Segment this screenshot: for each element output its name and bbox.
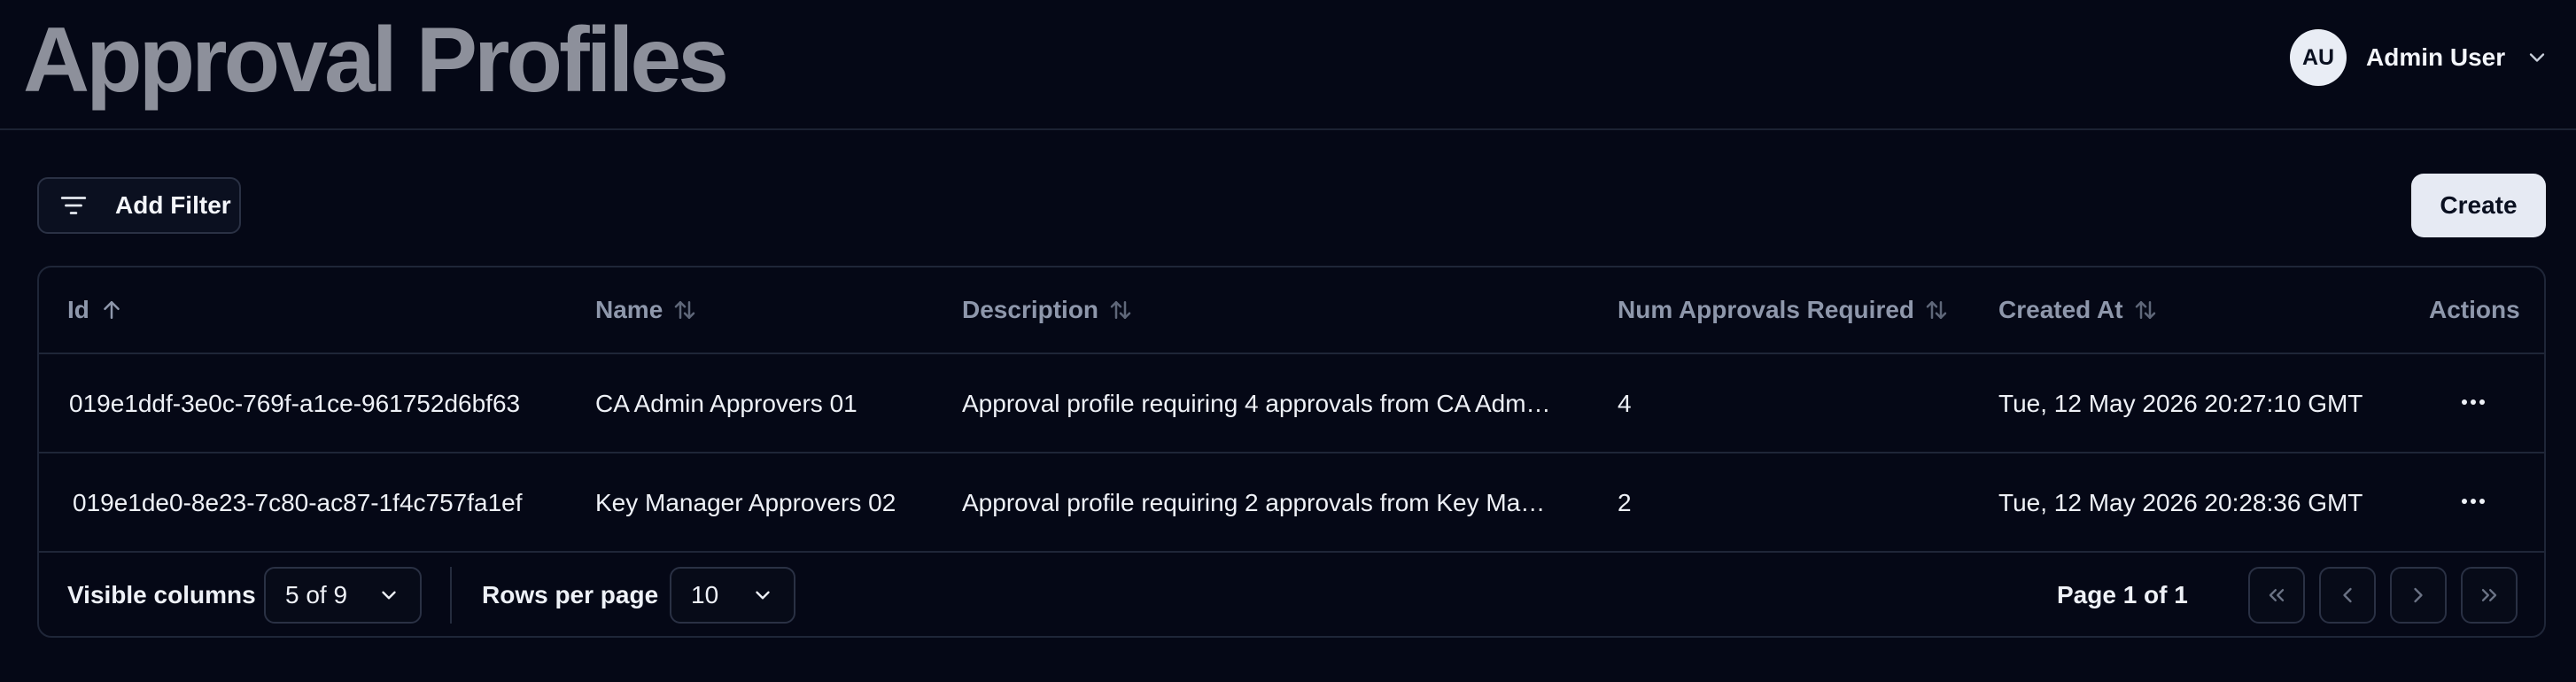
cell-name: Key Manager Approvers 02 — [595, 489, 896, 516]
column-header-description[interactable]: Description — [962, 294, 1134, 326]
data-table: Id Name Description Num Approvals Requir… — [37, 266, 2546, 638]
divider — [450, 567, 452, 624]
sort-icon — [1926, 301, 1947, 319]
cell-num-approvals: 2 — [1618, 489, 1632, 516]
cell-num-approvals: 4 — [1618, 390, 1632, 417]
cell-description: Approval profile requiring 4 approvals f… — [962, 390, 1551, 417]
add-filter-label: Add Filter — [115, 191, 231, 219]
create-button[interactable]: Create — [2411, 174, 2546, 237]
page-info: Page 1 of 1 — [2057, 581, 2188, 608]
rows-per-page-select[interactable]: 10 — [670, 567, 795, 624]
cell-created-at: Tue, 12 May 2026 20:27:10 GMT — [1998, 390, 2363, 417]
column-header-name[interactable]: Name — [595, 294, 698, 326]
divider — [39, 353, 2544, 354]
more-horizontal-icon — [2462, 499, 2485, 504]
last-page-button[interactable] — [2461, 567, 2518, 624]
avatar[interactable]: AU — [2290, 29, 2347, 86]
next-page-button[interactable] — [2390, 567, 2447, 624]
add-filter-button[interactable]: Add Filter — [37, 177, 241, 234]
visible-columns-label: Visible columns — [67, 581, 256, 608]
column-header-actions: Actions — [2429, 296, 2520, 323]
sort-icon — [2135, 301, 2155, 319]
cell-description: Approval profile requiring 2 approvals f… — [962, 489, 1546, 516]
more-horizontal-icon — [2462, 399, 2485, 405]
sort-icon — [675, 301, 695, 319]
chevron-down-icon — [382, 591, 396, 600]
arrow-up-icon — [104, 301, 120, 319]
sort-icon — [1110, 301, 1131, 319]
chevrons-right-icon — [2481, 589, 2497, 601]
row-actions-button[interactable] — [2456, 389, 2491, 415]
user-name[interactable]: Admin User — [2366, 43, 2505, 72]
chevron-down-icon — [756, 591, 770, 600]
chevron-left-icon — [2343, 587, 2352, 603]
chevrons-left-icon — [2269, 589, 2285, 601]
cell-created-at: Tue, 12 May 2026 20:28:36 GMT — [1998, 489, 2363, 516]
rows-per-page-label: Rows per page — [482, 581, 659, 608]
chevron-right-icon — [2414, 587, 2423, 603]
page-header: Approval Profiles AU Admin User — [0, 0, 2576, 130]
column-header-created-at[interactable]: Created At — [1998, 294, 2159, 326]
first-page-button[interactable] — [2248, 567, 2305, 624]
cell-id: 019e1ddf-3e0c-769f-a1ce-961752d6bf63 — [69, 390, 521, 417]
column-header-num-approvals[interactable]: Num Approvals Required — [1618, 294, 1950, 326]
user-menu[interactable]: AU Admin User — [2290, 29, 2549, 86]
chevron-down-icon[interactable] — [2525, 45, 2549, 70]
divider — [39, 452, 2544, 453]
row-actions-button[interactable] — [2456, 488, 2491, 515]
filter-icon — [60, 197, 87, 214]
cell-id: 019e1de0-8e23-7c80-ac87-1f4c757fa1ef — [73, 489, 523, 516]
visible-columns-select[interactable]: 5 of 9 — [264, 567, 422, 624]
column-header-id[interactable]: Id — [67, 294, 125, 326]
previous-page-button[interactable] — [2319, 567, 2376, 624]
divider — [39, 551, 2544, 553]
cell-name: CA Admin Approvers 01 — [595, 390, 857, 417]
page-title: Approval Profiles — [23, 9, 729, 112]
